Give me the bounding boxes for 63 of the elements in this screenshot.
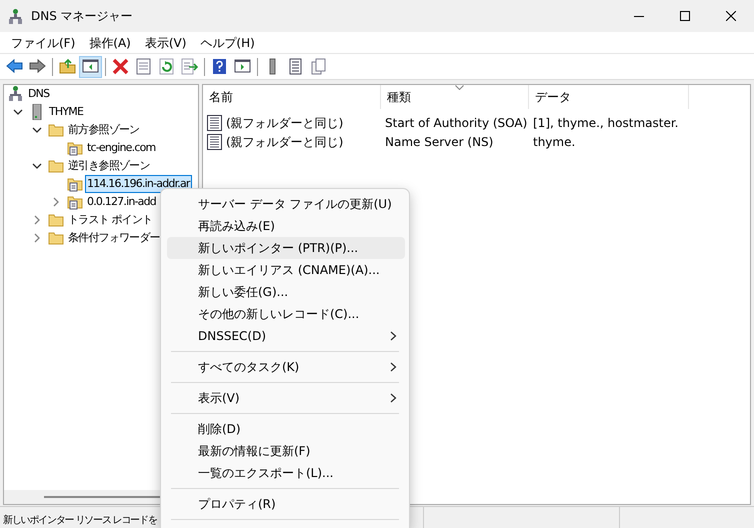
menu-item[interactable]: 最新の情報に更新(F) — [167, 440, 405, 462]
menu-item[interactable]: 新しいポインター (PTR)(P)... — [167, 237, 405, 259]
record-type: Start of Authority (SOA) — [385, 116, 528, 130]
tree-item[interactable]: 逆引き参照ゾーン — [66, 157, 152, 175]
menu-item[interactable]: 操作(A) — [82, 32, 138, 54]
copy-icon — [310, 58, 327, 75]
record-data: [1], thyme., hostmaster. — [533, 116, 678, 130]
tree-item[interactable]: トラスト ポイント — [66, 211, 154, 229]
tree-item[interactable]: THYME — [47, 103, 86, 121]
refresh-icon — [158, 58, 175, 75]
forward-arrow-icon — [29, 58, 46, 75]
help-icon — [211, 58, 228, 75]
menu-item[interactable]: プロパティ(R) — [167, 493, 405, 515]
menu-item[interactable]: DNSSEC(D) — [167, 325, 405, 347]
tree-item[interactable]: DNS — [26, 85, 52, 103]
properties-icon — [135, 58, 152, 75]
tree-item[interactable]: 0.0.127.in-add — [85, 193, 158, 211]
dns-icon — [8, 86, 24, 102]
record-icon — [207, 134, 222, 150]
tree-item[interactable]: tc-engine.com — [85, 139, 158, 157]
menu-item[interactable]: その他の新しいレコード(C)... — [167, 303, 405, 325]
record-name[interactable]: (親フォルダーと同じ) — [226, 132, 344, 150]
maximize-icon — [680, 11, 690, 21]
toolbar-button[interactable] — [79, 56, 102, 78]
zone-folder-icon — [67, 194, 83, 210]
record-type: Name Server (NS) — [385, 134, 494, 148]
folder-icon — [48, 122, 64, 138]
list-icon — [287, 58, 304, 75]
menu-item[interactable]: 一覧のエクスポート(L)... — [167, 462, 405, 484]
tree-item[interactable]: 条件付フォワーダー — [66, 229, 162, 247]
menu-item[interactable]: 表示(V) — [167, 387, 405, 409]
record-icon — [207, 114, 222, 130]
zone-folder-icon — [67, 176, 83, 192]
close-icon — [726, 11, 736, 21]
menu-item[interactable]: サーバー データ ファイルの更新(U) — [167, 193, 405, 215]
window-title: DNS マネージャー — [31, 8, 133, 25]
menu-item[interactable]: ファイル(F) — [4, 32, 82, 54]
menu-item[interactable]: 表示(V) — [138, 32, 194, 54]
tree-item[interactable]: 114.16.196.in-addr.ar — [85, 175, 192, 193]
menu-item[interactable]: 再読み込み(E) — [167, 215, 405, 237]
folder-icon — [48, 212, 64, 228]
folder-icon — [48, 230, 64, 246]
export-icon — [181, 58, 198, 75]
pane-icon — [82, 58, 99, 75]
folder-up-icon — [59, 58, 76, 75]
tree-item[interactable]: 前方参照ゾーン — [66, 121, 142, 139]
menu-item[interactable]: 新しい委任(G)... — [167, 281, 405, 303]
column-header[interactable]: 名前 — [203, 85, 381, 109]
menu-item[interactable]: 新しいエイリアス (CNAME)(A)... — [167, 259, 405, 281]
pane-icon — [234, 58, 251, 75]
back-arrow-icon — [6, 58, 23, 75]
menu-item[interactable]: すべてのタスク(K) — [167, 356, 405, 378]
delete-icon — [112, 58, 129, 75]
status-text: 新しいポインター リソース レコードを — [3, 515, 157, 526]
dns-icon — [8, 8, 23, 24]
menu-item[interactable]: ヘルプ(H) — [193, 32, 262, 54]
column-header[interactable]: データ — [529, 85, 689, 109]
zone-folder-icon — [67, 140, 83, 156]
record-name[interactable]: (親フォルダーと同じ) — [226, 114, 344, 132]
menu-item[interactable]: 削除(D) — [167, 418, 405, 440]
folder-icon — [48, 158, 64, 174]
column-header[interactable]: 種類 — [381, 85, 529, 109]
record-data: thyme. — [533, 134, 576, 148]
